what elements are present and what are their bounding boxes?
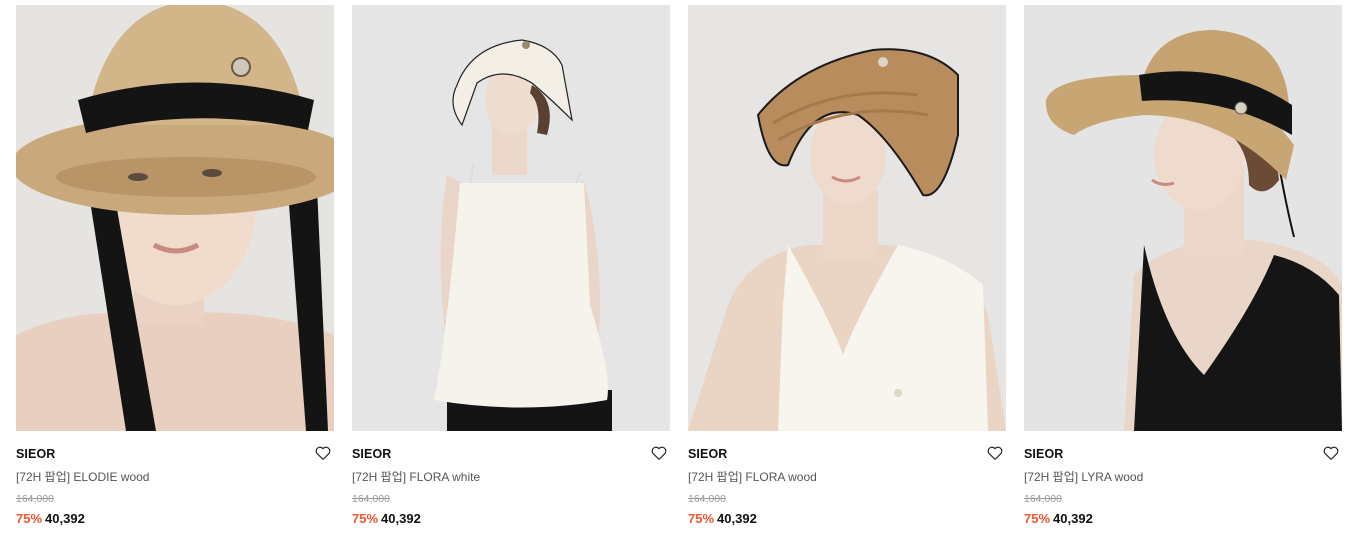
price-row: 75% 40,392 [352,510,670,528]
product-image[interactable] [688,5,1006,431]
price-row: 75% 40,392 [688,510,1006,528]
discount-rate: 75% [352,511,379,526]
product-image[interactable] [1024,5,1342,431]
sale-price: 40,392 [45,511,85,526]
brand-name[interactable]: SIEOR [16,446,334,462]
product-grid: SIEOR [72H 팝업] ELODIE wood 164,000 75% 40… [16,5,1342,530]
product-image[interactable] [352,5,670,431]
heart-icon[interactable] [650,444,668,462]
brand-name[interactable]: SIEOR [1024,446,1342,462]
product-name[interactable]: [72H 팝업] FLORA wood [688,469,1006,485]
product-card[interactable]: SIEOR [72H 팝업] FLORA wood 164,000 75% 40,… [688,5,1006,530]
product-photo-flora-white [352,5,670,431]
product-card[interactable]: SIEOR [72H 팝업] ELODIE wood 164,000 75% 40… [16,5,334,530]
discount-rate: 75% [16,511,43,526]
product-info: SIEOR [72H 팝업] FLORA wood 164,000 75% 40,… [688,431,1006,528]
original-price: 164,000 [688,493,726,505]
discount-rate: 75% [688,511,715,526]
product-photo-flora-wood [688,5,1006,431]
brand-name[interactable]: SIEOR [688,446,1006,462]
discount-rate: 75% [1024,511,1051,526]
heart-icon[interactable] [314,444,332,462]
product-photo-elodie [16,5,334,431]
original-price: 164,000 [16,493,54,505]
sale-price: 40,392 [717,511,757,526]
price-row: 75% 40,392 [16,510,334,528]
original-price: 164,000 [352,493,390,505]
product-info: SIEOR [72H 팝업] ELODIE wood 164,000 75% 40… [16,431,334,528]
product-name[interactable]: [72H 팝업] ELODIE wood [16,469,334,485]
brand-name[interactable]: SIEOR [352,446,670,462]
product-photo-lyra-wood [1024,5,1342,431]
product-info: SIEOR [72H 팝업] LYRA wood 164,000 75% 40,3… [1024,431,1342,528]
product-info: SIEOR [72H 팝업] FLORA white 164,000 75% 40… [352,431,670,528]
original-price: 164,000 [1024,493,1062,505]
price-row: 75% 40,392 [1024,510,1342,528]
heart-icon[interactable] [986,444,1004,462]
product-image[interactable] [16,5,334,431]
product-card[interactable]: SIEOR [72H 팝업] FLORA white 164,000 75% 40… [352,5,670,530]
sale-price: 40,392 [381,511,421,526]
product-card[interactable]: SIEOR [72H 팝업] LYRA wood 164,000 75% 40,3… [1024,5,1342,530]
product-name[interactable]: [72H 팝업] FLORA white [352,469,670,485]
sale-price: 40,392 [1053,511,1093,526]
heart-icon[interactable] [1322,444,1340,462]
product-name[interactable]: [72H 팝업] LYRA wood [1024,469,1342,485]
